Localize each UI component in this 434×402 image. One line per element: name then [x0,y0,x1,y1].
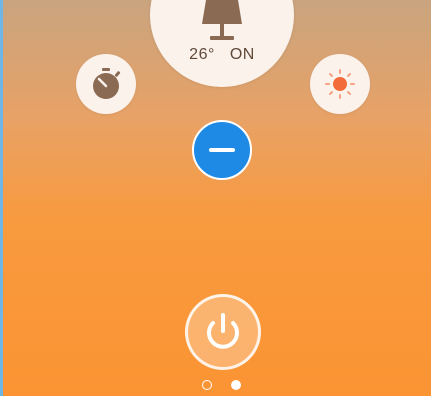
lamp-icon [202,0,242,40]
minus-icon [209,148,235,152]
power-icon [207,313,239,349]
page-dot-2-active[interactable] [231,380,241,390]
status-readout: 26° ON [150,46,294,64]
decrease-button[interactable] [192,120,252,180]
temperature-value: 26° [189,46,215,63]
timer-button[interactable] [76,54,136,114]
timer-icon [93,68,121,99]
device-control-screen: 26° ON [0,0,434,402]
light-button[interactable] [310,54,370,114]
power-button[interactable] [185,294,261,370]
bottom-margin [0,396,434,402]
page-indicator [200,378,250,392]
power-state-label: ON [229,46,255,63]
sun-icon [325,69,355,99]
left-edge-line [0,0,3,402]
page-dot-1[interactable] [202,380,212,390]
